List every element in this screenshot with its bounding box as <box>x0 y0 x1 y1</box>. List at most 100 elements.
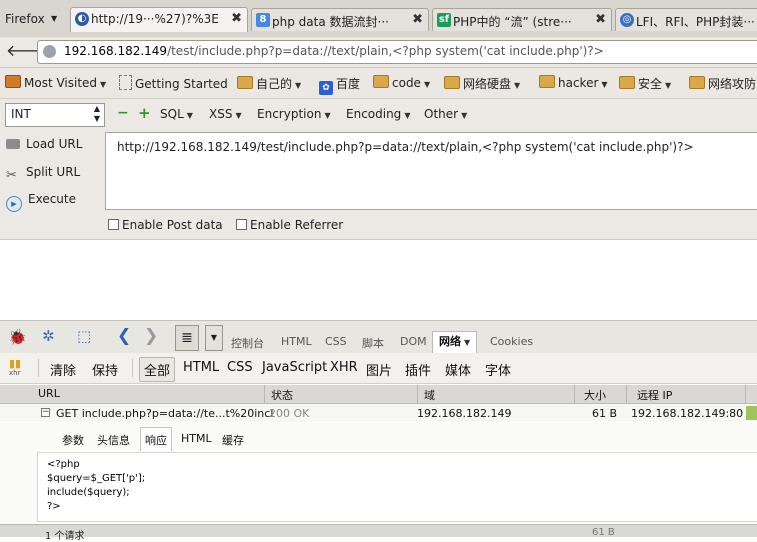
encryption-menu[interactable]: Encryption ▼ <box>257 107 331 121</box>
filter-css[interactable]: CSS <box>227 360 253 375</box>
panel-tab-cookies[interactable]: Cookies <box>490 335 533 348</box>
panel-tab-html[interactable]: HTML <box>281 335 312 348</box>
panel-tab-label: 网络 <box>439 335 461 348</box>
chevron-down-icon: ▼ <box>51 14 58 23</box>
split-url-label: Split URL <box>26 165 81 179</box>
site-identity-icon[interactable] <box>43 45 56 58</box>
bookmark-folder-code[interactable]: code ▼ <box>373 75 430 93</box>
timeline-bar <box>746 406 757 420</box>
chevron-down-icon: ▼ <box>601 80 608 89</box>
column-status[interactable]: 状态 <box>271 387 293 403</box>
collapse-icon[interactable]: − <box>41 408 50 417</box>
firefox-menu-button[interactable]: Firefox ▼ <box>0 9 64 31</box>
request-size: 61 B <box>592 407 618 420</box>
most-visited-icon <box>5 75 21 88</box>
tab-php-data-stream[interactable]: 8 php data 数据流封··· ✖ <box>251 8 429 31</box>
load-url-button[interactable]: Load URL <box>6 137 82 151</box>
panel-tab-net[interactable]: 网络 ▼ <box>432 331 478 353</box>
sql-menu[interactable]: SQL ▼ <box>160 107 193 121</box>
panel-tab-dom[interactable]: DOM <box>400 335 427 348</box>
request-url: GET include.php?p=data://te...t%20incl <box>56 407 274 420</box>
chevron-down-icon: ▼ <box>295 81 302 90</box>
tab-php-stream[interactable]: sf PHP中的 “流” (stre··· ✖ <box>432 8 612 31</box>
close-tab-icon[interactable]: ✖ <box>231 11 242 26</box>
enable-referrer-checkbox[interactable]: Enable Referrer <box>236 218 343 232</box>
clear-button[interactable]: 清除 <box>50 360 76 379</box>
command-line-icon[interactable]: ≣ <box>175 325 199 351</box>
inspect-element-icon[interactable]: ⬚ <box>77 327 91 345</box>
checkbox-icon <box>236 219 247 230</box>
firebug-globe-icon: ◐ <box>75 12 89 26</box>
panel-tab-console[interactable]: 控制台 <box>231 335 264 351</box>
back-arrow-icon[interactable]: 🡐 <box>6 40 49 62</box>
split-url-button[interactable]: ✂ Split URL <box>6 165 81 183</box>
bookmark-getting-started[interactable]: Getting Started <box>119 75 228 93</box>
tab-label: PHP中的 “流” (stre··· <box>453 15 572 29</box>
column-divider <box>745 385 746 403</box>
enable-post-checkbox[interactable]: Enable Post data <box>108 218 223 232</box>
type-select[interactable]: INT ▲ ▼ <box>5 103 105 127</box>
filter-javascript[interactable]: JavaScript <box>262 360 327 375</box>
panel-tab-css[interactable]: CSS <box>325 335 347 348</box>
checkbox-icon <box>108 219 119 230</box>
navigation-bar: 🡐 192.168.182.149/test/include.php?p=dat… <box>0 37 757 68</box>
inspect-bug-icon[interactable]: ✲ <box>42 327 55 345</box>
close-tab-icon[interactable]: ✖ <box>595 12 606 27</box>
menu-label: Encryption <box>257 107 322 121</box>
detail-tab-cache[interactable]: 缓存 <box>222 432 244 448</box>
filter-plugins[interactable]: 插件 <box>405 360 431 379</box>
detail-tab-html[interactable]: HTML <box>181 432 212 445</box>
back-icon[interactable]: ❮ <box>117 326 131 346</box>
url-textarea[interactable]: http://192.168.182.149/test/include.php?… <box>105 132 757 210</box>
increment-icon[interactable]: + <box>138 104 151 122</box>
forward-icon[interactable]: ❯ <box>144 326 158 346</box>
column-remote-ip[interactable]: 远程 IP <box>637 387 672 403</box>
chevron-down-icon: ▼ <box>324 111 331 120</box>
request-domain: 192.168.182.149 <box>417 407 512 420</box>
execute-button[interactable]: ▶ Execute <box>6 192 76 212</box>
response-line: $query=$_GET['p']; <box>47 473 146 484</box>
folder-icon <box>619 76 635 89</box>
bookmark-folder-netdisk[interactable]: 网络硬盘 ▼ <box>444 75 520 93</box>
bookmark-folder-own[interactable]: 自己的 ▼ <box>237 75 301 93</box>
bookmark-folder-attack-defense[interactable]: 网络攻防 <box>689 75 756 93</box>
bookmark-label: Getting Started <box>135 77 228 91</box>
url-bar[interactable]: 192.168.182.149/test/include.php?p=data:… <box>37 40 757 64</box>
filter-xhr[interactable]: XHR <box>330 360 358 375</box>
detail-tab-response[interactable]: 响应 <box>140 427 172 451</box>
decrement-icon[interactable]: − <box>117 105 129 121</box>
response-body: <?php $query=$_GET['p']; include($query)… <box>37 452 757 522</box>
filter-images[interactable]: 图片 <box>366 360 392 379</box>
page-content <box>0 240 757 320</box>
filter-media[interactable]: 媒体 <box>445 360 471 379</box>
table-row[interactable]: − GET include.php?p=data://te...t%20incl… <box>0 404 757 422</box>
filter-all[interactable]: 全部 <box>139 357 176 382</box>
filter-html[interactable]: HTML <box>183 360 219 375</box>
xss-menu[interactable]: XSS ▼ <box>209 107 242 121</box>
persist-button[interactable]: 保持 <box>92 360 118 379</box>
encoding-menu[interactable]: Encoding ▼ <box>346 107 410 121</box>
bookmark-folder-security[interactable]: 安全 ▼ <box>619 75 671 93</box>
firebug-icon[interactable]: 🐞 <box>8 328 27 346</box>
enable-referrer-label: Enable Referrer <box>250 218 344 232</box>
menu-label: Other <box>424 107 459 121</box>
chevron-down-icon[interactable]: ▼ <box>205 325 223 351</box>
panel-tab-script[interactable]: 脚本 <box>362 335 384 351</box>
detail-tab-headers[interactable]: 头信息 <box>97 432 130 448</box>
other-menu[interactable]: Other ▼ <box>424 107 467 121</box>
detail-tab-params[interactable]: 参数 <box>62 432 84 448</box>
column-divider <box>264 385 265 403</box>
bookmark-most-visited[interactable]: Most Visited ▼ <box>5 75 106 93</box>
bookmark-baidu[interactable]: ✿ 百度 <box>319 75 360 95</box>
column-size[interactable]: 大小 <box>584 387 606 403</box>
column-url[interactable]: URL <box>38 387 60 400</box>
url-text: 192.168.182.149/test/include.php?p=data:… <box>64 44 604 58</box>
filter-fonts[interactable]: 字体 <box>485 360 511 379</box>
tab-lfi-rfi[interactable]: ◎ LFI、RFI、PHP封装··· <box>615 8 757 31</box>
firefox-menu-label: Firefox <box>5 12 45 26</box>
close-tab-icon[interactable]: ✖ <box>412 12 423 27</box>
bookmark-folder-hacker[interactable]: hacker ▼ <box>539 75 608 93</box>
tab-include-php[interactable]: ◐ http://19···%27)?%3E ✖ <box>70 7 248 32</box>
xhr-icon[interactable]: ▮▮ xhr <box>9 358 21 377</box>
column-domain[interactable]: 域 <box>424 387 435 403</box>
